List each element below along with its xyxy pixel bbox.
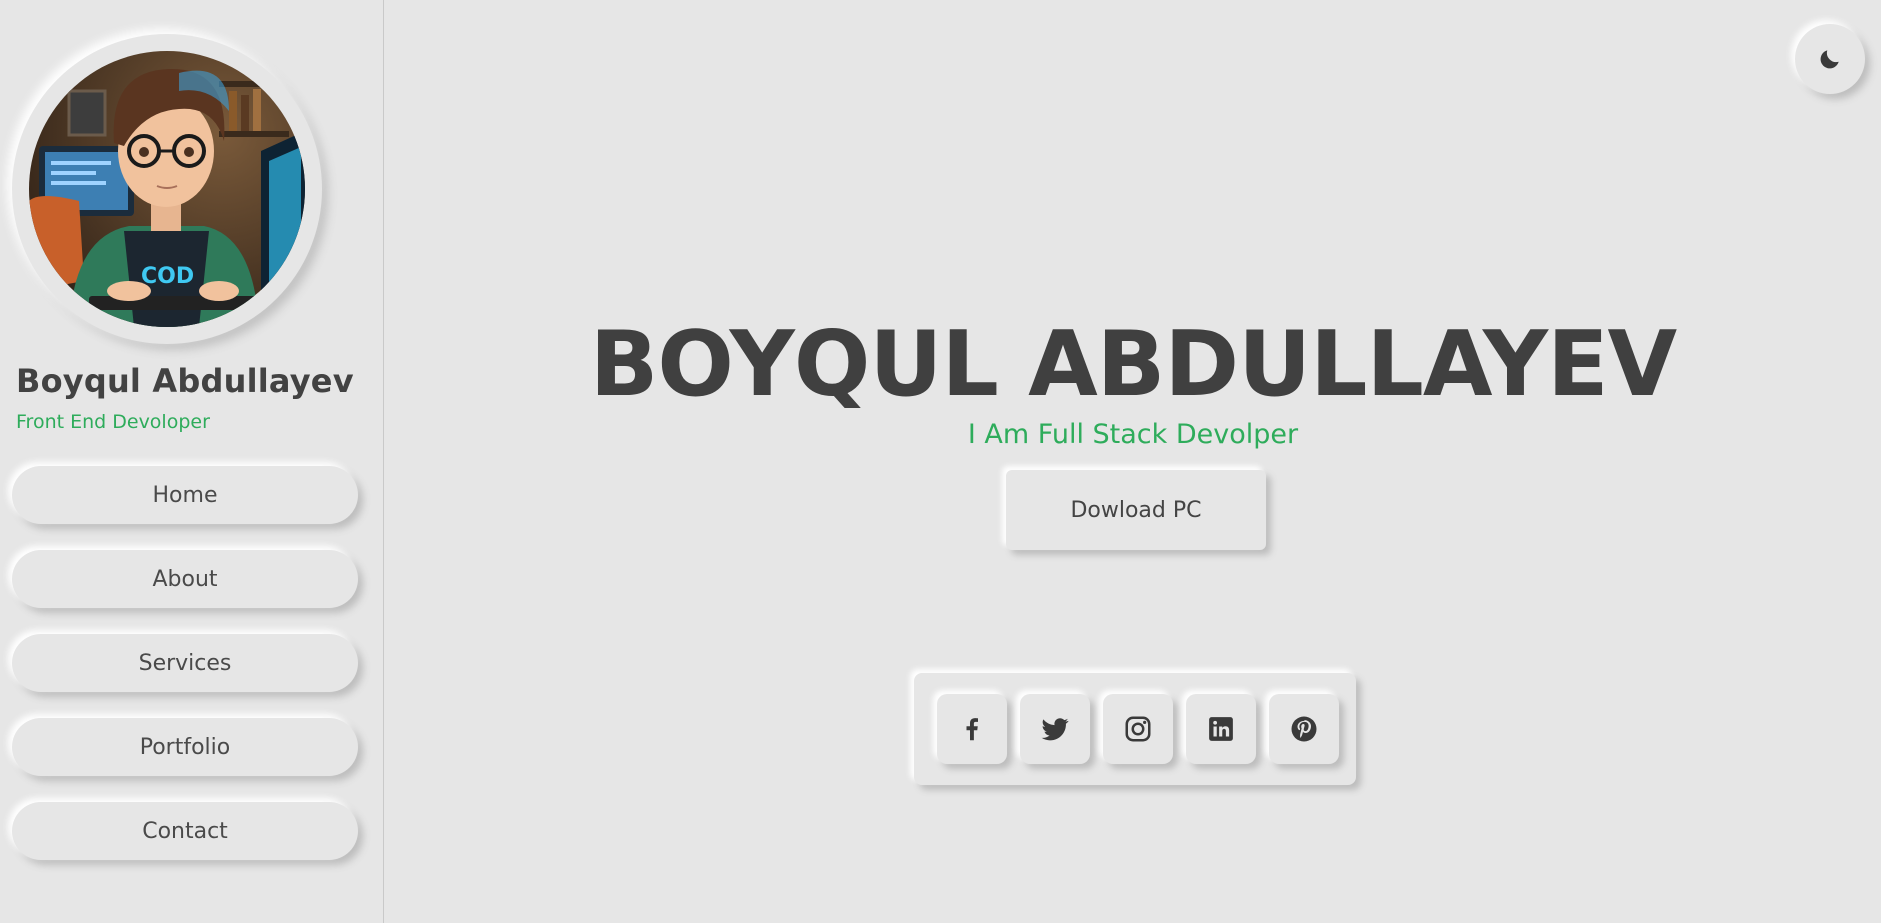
moon-icon [1820,50,1839,69]
pinterest-link[interactable] [1269,694,1339,764]
sidebar: COD Boyqul Abdullayev Front End Devolope… [0,0,384,923]
nav-item-label: Contact [142,818,228,844]
svg-text:COD: COD [141,264,194,289]
nav-item-label: Services [138,650,232,676]
nav-item-label: Portfolio [139,734,231,760]
nav-item-home[interactable]: Home [12,466,358,524]
avatar-image: COD [29,51,305,327]
linkedin-link[interactable] [1186,694,1256,764]
instagram-link[interactable] [1103,694,1173,764]
nav-item-portfolio[interactable]: Portfolio [12,718,358,776]
instagram-icon [1125,716,1151,742]
hero-title: BOYQUL ABDULLAYEV [589,312,1677,417]
pinterest-icon [1291,716,1317,742]
facebook-link[interactable] [937,694,1007,764]
linkedin-icon [1209,717,1233,741]
theme-toggle-button[interactable] [1795,24,1865,94]
nav-item-services[interactable]: Services [12,634,358,692]
avatar-frame: COD [12,34,322,344]
download-button[interactable]: Dowload PC [1006,470,1266,550]
profile-role: Front End Devoloper [16,411,210,433]
profile-name: Boyqul Abdullayev [16,362,354,400]
nav-item-label: About [152,566,218,592]
hero-subtitle: I Am Full Stack Devolper [967,419,1299,450]
facebook-icon [966,718,978,741]
twitter-link[interactable] [1020,694,1090,764]
download-button-label: Dowload PC [1070,497,1202,523]
avatar: COD [29,51,305,327]
page: COD Boyqul Abdullayev Front End Devolope… [0,0,1881,923]
social-links [914,673,1356,785]
sidebar-nav: Home About Services Portfolio Contact [12,466,358,886]
nav-item-contact[interactable]: Contact [12,802,358,860]
nav-item-about[interactable]: About [12,550,358,608]
twitter-icon [1041,718,1069,741]
nav-item-label: Home [152,482,218,508]
